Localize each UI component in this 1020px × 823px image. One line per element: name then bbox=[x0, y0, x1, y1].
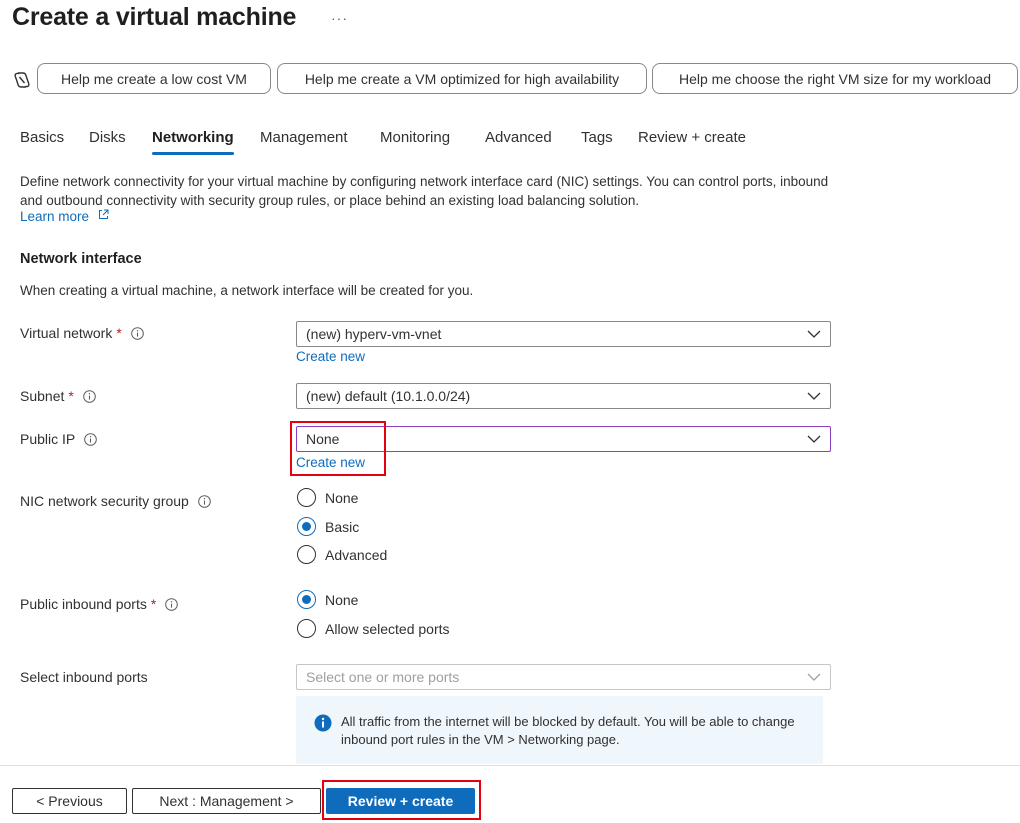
nic-nsg-radio-advanced[interactable]: Advanced bbox=[297, 545, 387, 564]
virtual-network-value: (new) hyperv-vm-vnet bbox=[306, 326, 442, 342]
more-options-icon[interactable]: ··· bbox=[331, 10, 348, 26]
required-mark: * bbox=[116, 325, 122, 341]
previous-button[interactable]: < Previous bbox=[12, 788, 127, 814]
radio-circle[interactable] bbox=[297, 545, 316, 564]
subnet-label: Subnet * bbox=[20, 388, 96, 404]
info-icon[interactable] bbox=[84, 432, 98, 446]
virtual-network-label-text: Virtual network bbox=[20, 325, 113, 341]
chevron-down-icon bbox=[807, 673, 821, 681]
assist-chip-vm-size[interactable]: Help me choose the right VM size for my … bbox=[652, 63, 1018, 94]
copilot-icon[interactable] bbox=[12, 70, 32, 90]
public-ip-label: Public IP bbox=[20, 431, 98, 447]
select-inbound-ports-label: Select inbound ports bbox=[20, 669, 148, 685]
create-new-virtual-network-link[interactable]: Create new bbox=[296, 349, 365, 364]
public-inbound-ports-label: Public inbound ports * bbox=[20, 596, 179, 612]
select-inbound-ports-dropdown: Select one or more ports bbox=[296, 664, 831, 690]
public-inbound-ports-label-text: Public inbound ports bbox=[20, 596, 147, 612]
tab-advanced[interactable]: Advanced bbox=[485, 129, 552, 146]
nic-nsg-label: NIC network security group bbox=[20, 493, 211, 509]
public-ip-dropdown[interactable]: None bbox=[296, 426, 831, 452]
inbound-info-message: All traffic from the internet will be bl… bbox=[296, 696, 823, 764]
required-mark: * bbox=[150, 596, 157, 612]
virtual-network-label: Virtual network * bbox=[20, 325, 144, 341]
radio-circle-selected[interactable] bbox=[297, 517, 316, 536]
chevron-down-icon bbox=[807, 435, 821, 443]
page-title: Create a virtual machine bbox=[12, 3, 297, 31]
inbound-ports-radio-allow-selected[interactable]: Allow selected ports bbox=[297, 619, 450, 638]
info-icon[interactable] bbox=[83, 389, 96, 403]
radio-label: None bbox=[325, 489, 359, 506]
radio-label: Basic bbox=[325, 518, 360, 535]
active-tab-indicator bbox=[152, 152, 234, 155]
public-ip-label-text: Public IP bbox=[20, 431, 76, 447]
radio-circle[interactable] bbox=[297, 619, 316, 638]
info-icon[interactable] bbox=[130, 326, 144, 340]
external-link-icon bbox=[99, 209, 109, 219]
info-icon[interactable] bbox=[198, 494, 211, 508]
info-filled-icon bbox=[314, 714, 332, 732]
assist-chip-low-cost[interactable]: Help me create a low cost VM bbox=[37, 63, 271, 94]
tab-review-create[interactable]: Review + create bbox=[638, 129, 746, 146]
chevron-down-icon bbox=[807, 330, 821, 338]
create-new-public-ip-link[interactable]: Create new bbox=[296, 455, 365, 470]
tab-tags[interactable]: Tags bbox=[581, 129, 613, 146]
subnet-dropdown[interactable]: (new) default (10.1.0.0/24) bbox=[296, 383, 831, 409]
required-mark: * bbox=[68, 388, 74, 404]
select-inbound-ports-placeholder: Select one or more ports bbox=[306, 669, 460, 685]
next-management-button[interactable]: Next : Management > bbox=[132, 788, 321, 814]
footer-divider bbox=[0, 765, 1020, 766]
radio-circle-selected[interactable] bbox=[297, 590, 316, 609]
chevron-down-icon bbox=[807, 392, 821, 400]
inbound-ports-radio-none[interactable]: None bbox=[297, 590, 358, 609]
nic-nsg-label-text: NIC network security group bbox=[20, 493, 189, 509]
section-description: When creating a virtual machine, a netwo… bbox=[20, 283, 474, 298]
section-title-network-interface: Network interface bbox=[20, 251, 142, 267]
nic-nsg-radio-basic[interactable]: Basic bbox=[297, 517, 359, 536]
tab-networking[interactable]: Networking bbox=[152, 129, 234, 146]
tab-disks[interactable]: Disks bbox=[89, 129, 126, 146]
radio-circle[interactable] bbox=[297, 488, 316, 507]
radio-label: Allow selected ports bbox=[325, 620, 450, 637]
subnet-value: (new) default (10.1.0.0/24) bbox=[306, 388, 471, 404]
learn-more-link[interactable]: Learn more bbox=[20, 209, 89, 224]
virtual-network-dropdown[interactable]: (new) hyperv-vm-vnet bbox=[296, 321, 831, 347]
info-icon[interactable] bbox=[165, 597, 179, 611]
radio-label: None bbox=[325, 591, 359, 608]
nic-nsg-radio-none[interactable]: None bbox=[297, 488, 358, 507]
review-create-button[interactable]: Review + create bbox=[326, 788, 475, 814]
tab-management[interactable]: Management bbox=[260, 129, 348, 146]
assist-chip-high-availability[interactable]: Help me create a VM optimized for high a… bbox=[277, 63, 647, 94]
info-message-text: All traffic from the internet will be bl… bbox=[341, 714, 795, 747]
radio-label: Advanced bbox=[325, 546, 388, 563]
tab-monitoring[interactable]: Monitoring bbox=[380, 129, 450, 146]
tab-basics[interactable]: Basics bbox=[20, 129, 64, 146]
networking-description: Define network connectivity for your vir… bbox=[20, 174, 829, 208]
subnet-label-text: Subnet bbox=[20, 388, 65, 404]
public-ip-value: None bbox=[306, 431, 340, 447]
